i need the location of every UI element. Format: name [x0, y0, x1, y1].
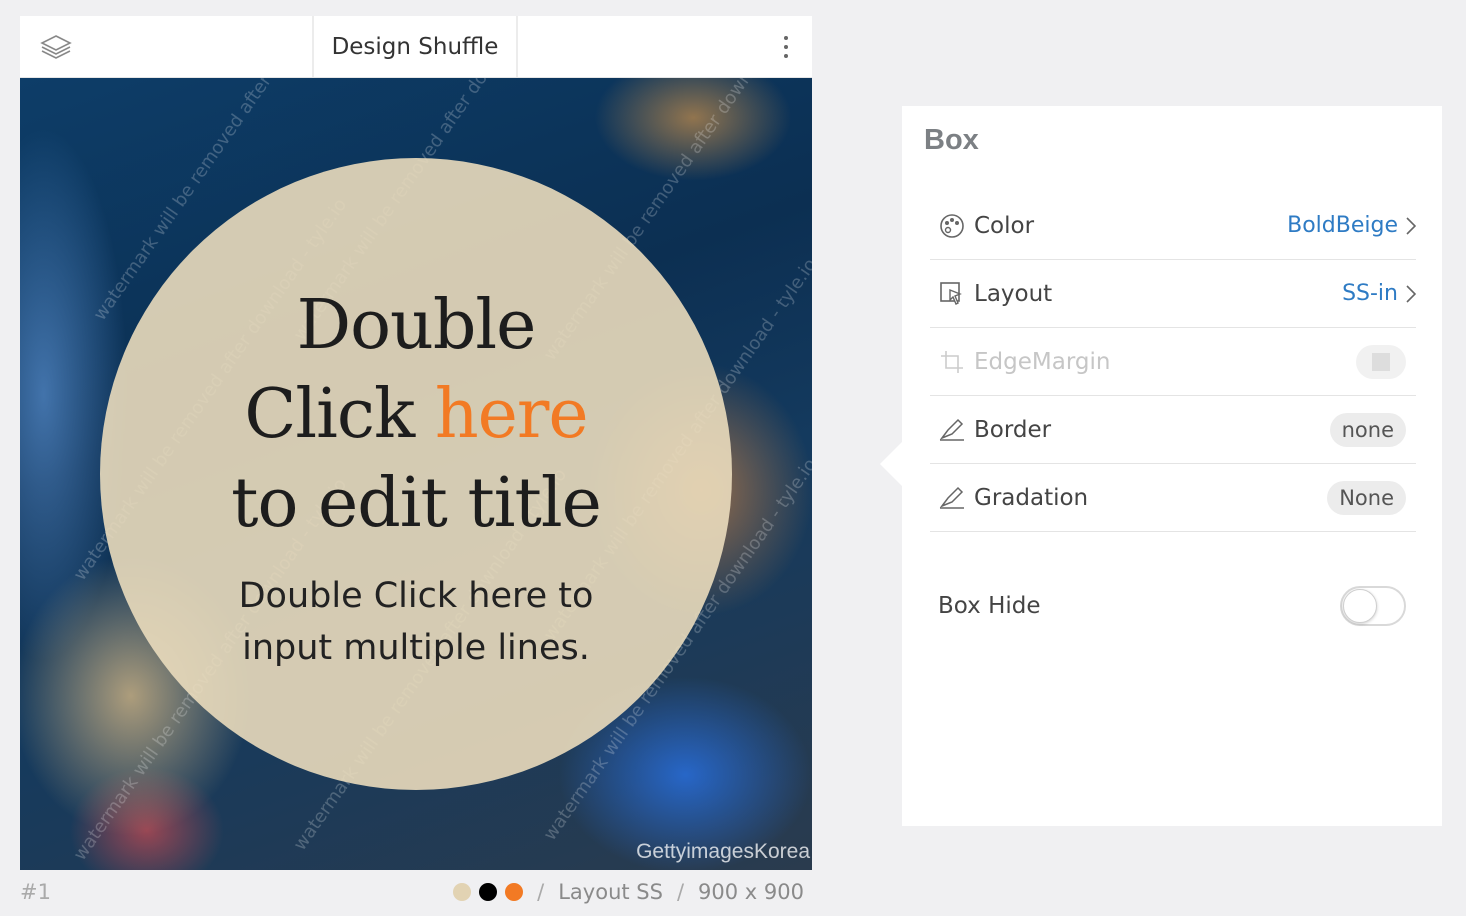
- settings-list: Color BoldBeige Layout SS-in EdgeMargin …: [930, 192, 1416, 532]
- crop-icon: [938, 348, 966, 376]
- panel-pointer: [880, 442, 902, 486]
- box-settings-panel: Box Color BoldBeige Layout SS-in EdgeMar…: [902, 106, 1442, 826]
- palette-icon: [938, 212, 966, 240]
- subtitle-line: Double Click here to: [238, 575, 594, 616]
- pen-icon: [938, 416, 966, 444]
- box-hide-label: Box Hide: [938, 593, 1041, 619]
- image-credit: GettyimagesKorea: [636, 840, 810, 863]
- setting-value: BoldBeige: [1287, 213, 1398, 238]
- layout-value-link[interactable]: SS-in: [1342, 281, 1416, 306]
- size-label: 900 x 900: [698, 880, 804, 904]
- edgemargin-toggle: [1356, 344, 1406, 379]
- setting-value: SS-in: [1342, 281, 1398, 306]
- setting-border[interactable]: Border none: [930, 396, 1416, 464]
- more-vertical-icon[interactable]: [784, 35, 788, 58]
- card-meta: / Layout SS / 900 x 900: [445, 880, 812, 904]
- chevron-right-icon: [1406, 216, 1416, 235]
- border-value-pill[interactable]: none: [1329, 412, 1406, 447]
- design-shuffle-button[interactable]: Design Shuffle: [314, 16, 518, 77]
- setting-edgemargin: EdgeMargin: [930, 328, 1416, 396]
- title-line: Double: [296, 285, 537, 365]
- chevron-right-icon: [1406, 284, 1416, 303]
- layers-button[interactable]: [20, 16, 314, 77]
- title-word: Click: [244, 374, 435, 454]
- color-swatch[interactable]: [453, 883, 472, 901]
- toolbar-spacer: [518, 16, 812, 77]
- card-index: #1: [20, 880, 51, 904]
- design-shuffle-label: Design Shuffle: [331, 33, 499, 60]
- separator: /: [537, 880, 545, 904]
- pen-icon: [938, 484, 966, 512]
- card-footer: #1 / Layout SS / 900 x 900: [20, 872, 812, 912]
- design-canvas[interactable]: watermark will be removed after download…: [20, 78, 812, 870]
- separator: /: [676, 880, 685, 904]
- panel-title: Box: [924, 124, 979, 156]
- box-hide-toggle[interactable]: [1340, 586, 1406, 626]
- title-text[interactable]: Double Click here to edit title: [231, 281, 602, 548]
- title-line: Click here: [231, 370, 601, 459]
- setting-color[interactable]: Color BoldBeige: [930, 192, 1416, 260]
- title-box[interactable]: Double Click here to edit title Double C…: [100, 158, 732, 790]
- gradation-value-pill[interactable]: None: [1327, 480, 1406, 515]
- color-swatch[interactable]: [479, 883, 498, 901]
- setting-label: Color: [974, 212, 1035, 239]
- color-swatch[interactable]: [505, 883, 524, 901]
- setting-layout[interactable]: Layout SS-in: [930, 260, 1416, 328]
- layout-label: Layout SS: [558, 880, 663, 904]
- setting-label: Layout: [974, 280, 1053, 307]
- subtitle-line: input multiple lines.: [242, 627, 590, 668]
- title-accent-word: here: [434, 374, 589, 454]
- setting-label: Gradation: [974, 484, 1089, 511]
- card-toolbar: Design Shuffle: [20, 16, 812, 78]
- color-value-link[interactable]: BoldBeige: [1287, 213, 1416, 238]
- setting-label: EdgeMargin: [974, 348, 1111, 375]
- pointer-layout-icon: [938, 280, 966, 308]
- title-line: to edit title: [231, 463, 602, 543]
- box-hide-row: Box Hide: [938, 582, 1406, 630]
- subtitle-text[interactable]: Double Click here to input multiple line…: [239, 570, 594, 674]
- setting-label: Border: [974, 416, 1052, 443]
- toggle-knob: [1343, 589, 1377, 623]
- layers-icon: [40, 34, 72, 59]
- setting-gradation[interactable]: Gradation None: [930, 464, 1416, 532]
